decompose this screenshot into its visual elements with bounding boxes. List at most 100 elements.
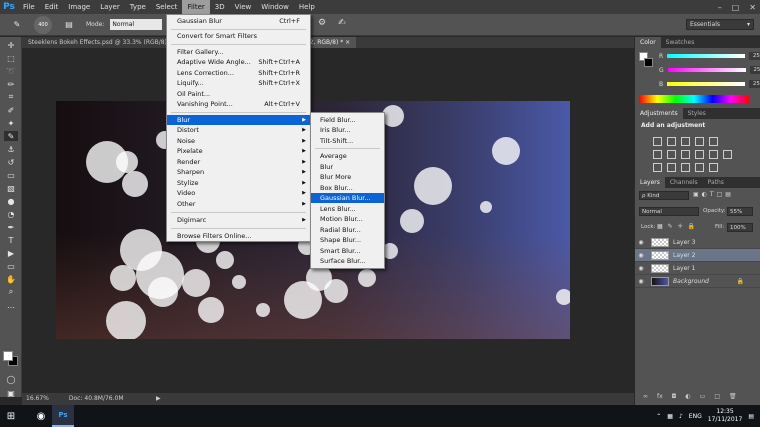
menu-item-surface-blur[interactable]: Surface Blur... xyxy=(311,256,384,266)
blur-tool-icon[interactable]: ● xyxy=(4,196,18,206)
invert-icon[interactable] xyxy=(653,163,662,172)
menu-item-sharpen[interactable]: Sharpen ▶ xyxy=(167,167,310,177)
color-panel-bg-swatch[interactable] xyxy=(644,58,653,67)
menu-item-shape-blur[interactable]: Shape Blur... xyxy=(311,235,384,245)
menu-item-radial-blur[interactable]: Radial Blur... xyxy=(311,225,384,235)
menu-type[interactable]: Type xyxy=(125,0,151,14)
menu-item-stylize[interactable]: Stylize ▶ xyxy=(167,178,310,188)
windows-start-icon[interactable]: ⊞ xyxy=(0,405,22,427)
tab-adjustments[interactable]: Adjustments xyxy=(635,108,683,119)
layer-row-background[interactable]: ◉ Background 🔒 xyxy=(635,275,760,288)
color-spectrum[interactable] xyxy=(639,95,749,103)
brush-size-picker[interactable]: 400 xyxy=(34,15,52,34)
menu-3d[interactable]: 3D xyxy=(210,0,230,14)
eye-icon[interactable]: ◉ xyxy=(635,265,647,272)
menu-item-distort[interactable]: Distort ▶ xyxy=(167,125,310,135)
menu-item-liquify[interactable]: Liquify... Shift+Ctrl+X xyxy=(167,78,310,88)
shape-tool-icon[interactable]: ▭ xyxy=(4,261,18,271)
selective-color-icon[interactable] xyxy=(709,163,718,172)
fill-field[interactable]: 100% xyxy=(727,223,753,232)
type-tool-icon[interactable]: T xyxy=(4,235,18,245)
posterize-icon[interactable] xyxy=(667,163,676,172)
chrome-icon[interactable]: ◉ xyxy=(30,405,52,427)
marquee-tool-icon[interactable]: ⬚ xyxy=(4,53,18,63)
blend-mode-select[interactable]: Normal xyxy=(639,207,699,216)
pen-tool-icon[interactable]: ✒ xyxy=(4,222,18,232)
tab-paths[interactable]: Paths xyxy=(703,177,729,188)
menu-item-box-blur[interactable]: Box Blur... xyxy=(311,183,384,193)
menu-item-filter-gallery[interactable]: Filter Gallery... xyxy=(167,47,310,57)
clock[interactable]: 12:35 17/11/2017 xyxy=(708,408,743,424)
photoshop-taskbar-icon[interactable]: Ps xyxy=(52,405,74,427)
shape-filter-icon[interactable]: □ xyxy=(717,191,723,198)
tray-chevron-icon[interactable]: ⌃ xyxy=(656,413,661,420)
menu-item-convert-smart-filters[interactable]: Convert for Smart Filters xyxy=(167,31,310,41)
black-white-icon[interactable] xyxy=(681,150,690,159)
lock-position-icon[interactable]: ✛ xyxy=(678,223,683,230)
zoom-tool-icon[interactable]: ⌕ xyxy=(4,287,18,297)
menu-select[interactable]: Select xyxy=(151,0,183,14)
volume-icon[interactable]: ♪ xyxy=(679,413,683,420)
add-mask-icon[interactable]: ◘ xyxy=(672,393,677,400)
menu-item-other[interactable]: Other ▶ xyxy=(167,199,310,209)
lock-all-icon[interactable]: 🔒 xyxy=(688,223,695,230)
quick-mask-icon[interactable]: ◯ xyxy=(4,374,18,384)
menu-window[interactable]: Window xyxy=(256,0,294,14)
brush-tool-preset-icon[interactable]: ✎ xyxy=(10,20,24,30)
menu-item-blur[interactable]: Blur ▶ xyxy=(167,115,310,125)
color-lookup-icon[interactable] xyxy=(723,150,732,159)
layer-style-icon[interactable]: fx xyxy=(657,393,663,400)
lock-image-icon[interactable]: ✎ xyxy=(668,223,673,230)
zoom-level[interactable]: 16.67% xyxy=(26,393,49,405)
curves-icon[interactable] xyxy=(681,137,690,146)
photoshop-logo-icon[interactable]: Ps xyxy=(0,0,18,14)
channel-mixer-icon[interactable] xyxy=(709,150,718,159)
link-layers-icon[interactable]: ∞ xyxy=(643,393,648,400)
workspace-select[interactable]: Essentials ▾ xyxy=(686,19,754,30)
menu-item-digimarc[interactable]: Digimarc ▶ xyxy=(167,215,310,225)
delete-layer-icon[interactable]: 🗑 xyxy=(729,393,737,400)
menu-item-browse-filters[interactable]: Browse Filters Online... xyxy=(167,231,310,241)
menu-filter[interactable]: Filter xyxy=(182,0,210,14)
smart-filter-icon[interactable]: ▤ xyxy=(725,191,731,198)
menu-item-noise[interactable]: Noise ▶ xyxy=(167,136,310,146)
mode-select[interactable]: Normal xyxy=(110,19,163,30)
quick-select-tool-icon[interactable]: ✏ xyxy=(4,79,18,89)
tab-layers[interactable]: Layers xyxy=(635,177,665,188)
layer-row-layer2[interactable]: ◉ Layer 2 xyxy=(635,249,760,262)
red-value-field[interactable]: 255 xyxy=(749,52,760,60)
gradient-map-icon[interactable] xyxy=(695,163,704,172)
color-balance-icon[interactable] xyxy=(667,150,676,159)
menu-item-lens-correction[interactable]: Lens Correction... Shift+Ctrl+R xyxy=(167,68,310,78)
new-layer-icon[interactable]: □ xyxy=(714,393,720,400)
foreground-color-swatch[interactable] xyxy=(3,351,13,361)
levels-icon[interactable] xyxy=(667,137,676,146)
opacity-field[interactable]: 55% xyxy=(727,207,753,216)
new-adjustment-icon[interactable]: ◐ xyxy=(685,393,690,400)
exposure-icon[interactable] xyxy=(695,137,704,146)
lasso-tool-icon[interactable]: ➰ xyxy=(4,66,18,76)
menu-view[interactable]: View xyxy=(230,0,257,14)
brush-panel-icon[interactable]: ▤ xyxy=(62,20,76,30)
network-icon[interactable]: ▦ xyxy=(667,413,673,420)
brightness-contrast-icon[interactable] xyxy=(653,137,662,146)
menu-help[interactable]: Help xyxy=(294,0,320,14)
language-indicator[interactable]: ENG xyxy=(689,413,702,420)
menu-image[interactable]: Image xyxy=(63,0,95,14)
vibrance-icon[interactable] xyxy=(709,137,718,146)
layer-row-layer3[interactable]: ◉ Layer 3 xyxy=(635,236,760,249)
tab-styles[interactable]: Styles xyxy=(683,108,711,119)
more-tools-icon[interactable]: … xyxy=(4,300,18,310)
move-tool-icon[interactable]: ✛ xyxy=(4,40,18,50)
menu-item-gaussian-blur[interactable]: Gaussian Blur... xyxy=(311,193,384,203)
menu-edit[interactable]: Edit xyxy=(40,0,64,14)
layer-kind-filter[interactable]: ρ Kind xyxy=(639,191,689,200)
crop-tool-icon[interactable]: ⌗ xyxy=(4,92,18,102)
lock-transparent-icon[interactable]: ▦ xyxy=(657,223,663,230)
path-select-tool-icon[interactable]: ▶ xyxy=(4,248,18,258)
eye-icon[interactable]: ◉ xyxy=(635,252,647,259)
layer-row-layer1[interactable]: ◉ Layer 1 xyxy=(635,262,760,275)
pressure-size-icon[interactable]: ✍ xyxy=(338,18,346,28)
red-slider[interactable] xyxy=(667,54,746,58)
green-value-field[interactable]: 255 xyxy=(749,66,760,74)
